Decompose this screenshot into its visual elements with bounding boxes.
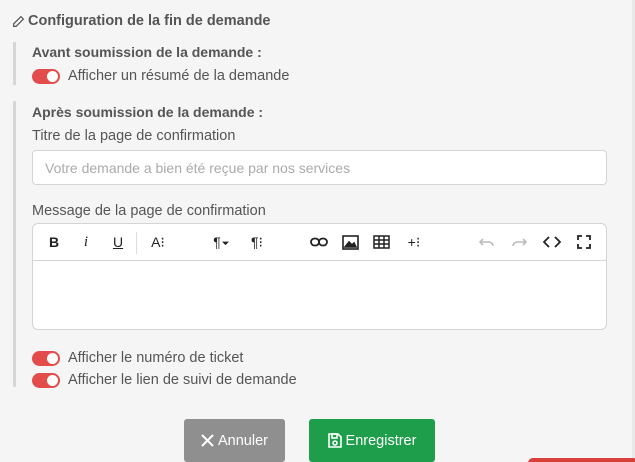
save-button[interactable]: Enregistrer: [309, 419, 435, 462]
ticket-toggle-row: Afficher le numéro de ticket: [32, 348, 607, 368]
undo-icon: [479, 238, 494, 247]
tracking-link-toggle[interactable]: [32, 372, 60, 388]
table-icon: [373, 235, 390, 249]
code-view-button[interactable]: [543, 233, 561, 251]
redo-icon: [512, 238, 527, 247]
summary-toggle-row: Afficher un résumé de la demande: [32, 66, 289, 86]
confirm-message-label: Message de la page de confirmation: [32, 203, 266, 219]
underline-button[interactable]: U: [110, 233, 126, 251]
ticket-number-toggle[interactable]: [32, 350, 60, 366]
after-submit-section: Après soumission de la demande : Titre d…: [13, 101, 607, 390]
fullscreen-icon: [577, 235, 591, 249]
bold-button[interactable]: B: [46, 233, 62, 251]
ticket-toggle-label: Afficher le numéro de ticket: [68, 350, 244, 366]
tracking-toggle-label: Afficher le lien de suivi de demande: [68, 372, 297, 388]
before-submit-section: Avant soumission de la demande : Affiche…: [13, 42, 289, 85]
font-size-button[interactable]: A⁝: [150, 233, 166, 251]
paragraph-format-button[interactable]: ¶⁝: [249, 233, 265, 251]
editor-content-area[interactable]: [33, 261, 606, 329]
undo-button[interactable]: [479, 233, 495, 251]
pencil-icon: [13, 15, 25, 27]
paragraph-style-label: ¶: [213, 234, 221, 250]
code-icon: [543, 236, 561, 248]
before-submit-heading: Avant soumission de la demande :: [32, 44, 262, 60]
summary-toggle-label: Afficher un résumé de la demande: [68, 68, 290, 84]
insert-image-button[interactable]: [342, 233, 359, 251]
paragraph-style-button[interactable]: ¶: [213, 233, 229, 251]
fullscreen-button[interactable]: [576, 233, 592, 251]
insert-table-button[interactable]: [373, 233, 390, 251]
summary-toggle[interactable]: [32, 68, 60, 84]
editor-toolbar: B i U A⁝ ¶ ¶⁝ +⁝: [33, 224, 606, 261]
caret-down-icon: [221, 241, 229, 245]
section-title: Configuration de la fin de demande: [12, 13, 271, 29]
confirm-title-input[interactable]: [32, 150, 607, 185]
offscreen-button-edge: [528, 458, 635, 462]
rich-text-editor: B i U A⁝ ¶ ¶⁝ +⁝: [32, 223, 607, 330]
image-icon: [342, 234, 359, 250]
floppy-disk-icon: [327, 433, 342, 448]
cancel-button-label: Annuler: [218, 432, 268, 449]
link-icon: [310, 237, 328, 247]
toolbar-divider: [136, 232, 137, 254]
save-button-label: Enregistrer: [345, 432, 417, 449]
redo-button[interactable]: [511, 233, 527, 251]
insert-more-button[interactable]: +⁝: [406, 233, 422, 251]
section-title-text: Configuration de la fin de demande: [28, 13, 271, 29]
cancel-button[interactable]: Annuler: [184, 419, 285, 462]
close-icon: [201, 434, 214, 447]
insert-link-button[interactable]: [310, 233, 328, 251]
confirm-title-label: Titre de la page de confirmation: [32, 128, 236, 144]
after-submit-heading: Après soumission de la demande :: [32, 104, 264, 120]
tracking-toggle-row: Afficher le lien de suivi de demande: [32, 370, 607, 390]
italic-button[interactable]: i: [78, 233, 94, 251]
